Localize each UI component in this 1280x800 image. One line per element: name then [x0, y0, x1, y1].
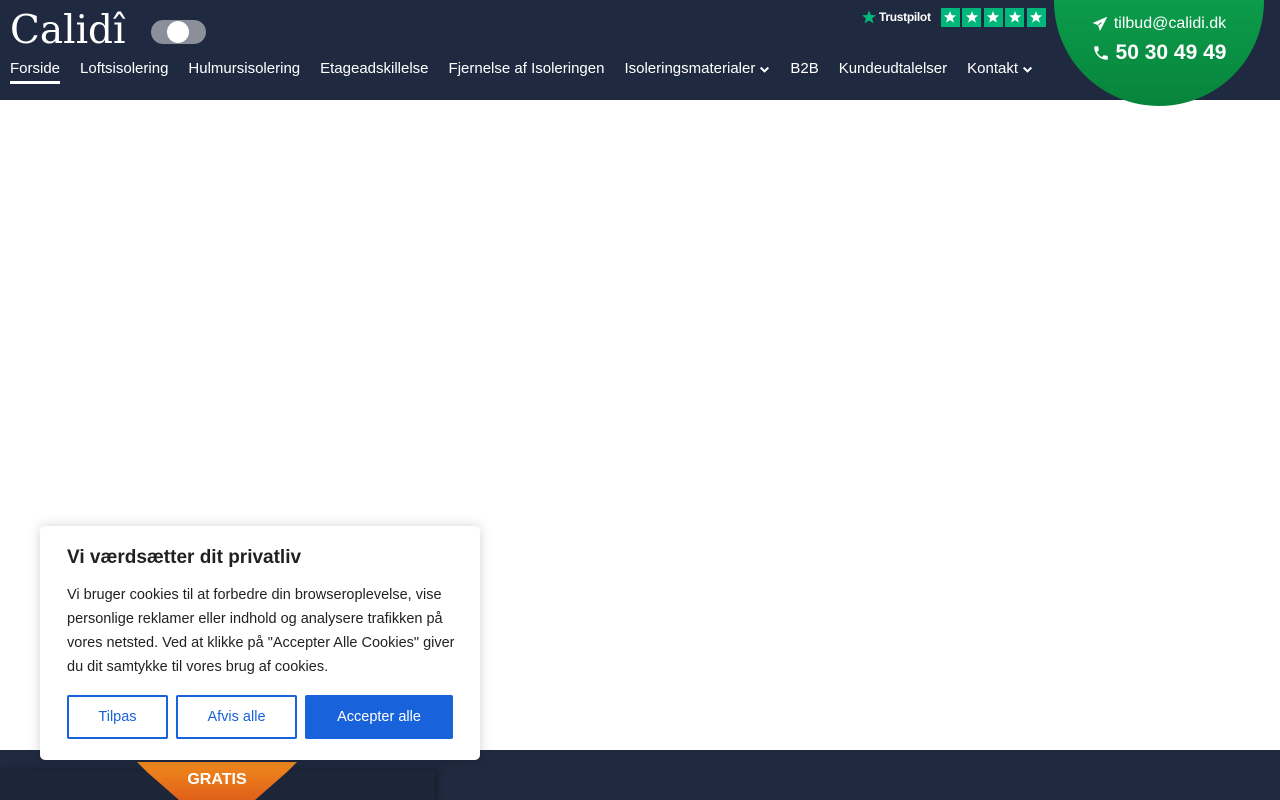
nav-item-label: Fjernelse af Isoleringen: [448, 60, 605, 77]
contact-email: tilbud@calidi.dk: [1113, 15, 1227, 32]
contact-email-link[interactable]: tilbud@calidi.dk: [1054, 15, 1264, 33]
main-nav: Forside Loftsisolering Hulmursisolering …: [10, 59, 1053, 85]
contact-phone: 50 30 49 49: [1115, 41, 1227, 64]
nav-item-kontakt[interactable]: Kontakt: [967, 59, 1033, 79]
nav-item-isoleringsmaterialer[interactable]: Isoleringsmaterialer: [624, 59, 770, 79]
nav-item-etageadskillelse[interactable]: Etageadskillelse: [320, 59, 428, 79]
reject-all-button[interactable]: Afvis alle: [176, 695, 297, 739]
logo-toggle-icon: [151, 20, 206, 44]
trustpilot-name: Trustpilot: [879, 10, 931, 24]
nav-item-fjernelse[interactable]: Fjernelse af Isoleringen: [449, 59, 605, 79]
nav-item-loftsisolering[interactable]: Loftsisolering: [80, 59, 168, 79]
nav-item-label: Forside: [10, 60, 61, 77]
nav-item-label: Loftsisolering: [80, 60, 169, 77]
nav-item-label: B2B: [790, 60, 819, 77]
cookie-description: Vi bruger cookies til at forbedre din br…: [67, 587, 455, 675]
trustpilot-widget[interactable]: Trustpilot: [861, 7, 1048, 27]
contact-phone-link[interactable]: 50 30 49 49: [1054, 41, 1264, 65]
rating-star-icon: [1026, 7, 1046, 27]
trustpilot-star-icon: [862, 10, 876, 24]
nav-item-label: Hulmursisolering: [188, 60, 301, 77]
rating-star-icon: [940, 7, 960, 27]
chevron-down-icon: [1022, 66, 1033, 73]
nav-item-kundeudtalelser[interactable]: Kundeudtalelser: [839, 59, 947, 79]
site-logo[interactable]: Calidî: [10, 10, 125, 52]
nav-item-label: Kundeudtalelser: [838, 60, 948, 77]
toggle-knob: [167, 21, 189, 43]
chevron-down-icon: [760, 66, 770, 73]
cookie-consent-dialog: Vi værdsætter dit privatliv Vi bruger co…: [40, 526, 480, 760]
gratis-label: GRATIS: [187, 771, 247, 788]
customize-button[interactable]: Tilpas: [67, 695, 168, 739]
phone-icon: [1093, 46, 1108, 60]
rating-star-icon: [983, 7, 1003, 27]
nav-item-label: Kontakt: [967, 60, 1018, 77]
cookie-title: Vi værdsætter dit privatliv: [67, 547, 302, 568]
paper-plane-icon: [1092, 17, 1107, 31]
rating-star-icon: [962, 7, 982, 27]
nav-item-b2b[interactable]: B2B: [790, 59, 818, 79]
rating-star-icon: [1005, 7, 1025, 27]
logo-text: Calidî: [10, 8, 126, 53]
nav-item-label: Etageadskillelse: [320, 60, 429, 77]
nav-item-forside[interactable]: Forside: [10, 59, 61, 84]
nav-item-label: Isoleringsmaterialer: [624, 60, 756, 77]
nav-item-hulmursisolering[interactable]: Hulmursisolering: [188, 59, 300, 79]
accept-all-button[interactable]: Accepter alle: [305, 695, 453, 739]
